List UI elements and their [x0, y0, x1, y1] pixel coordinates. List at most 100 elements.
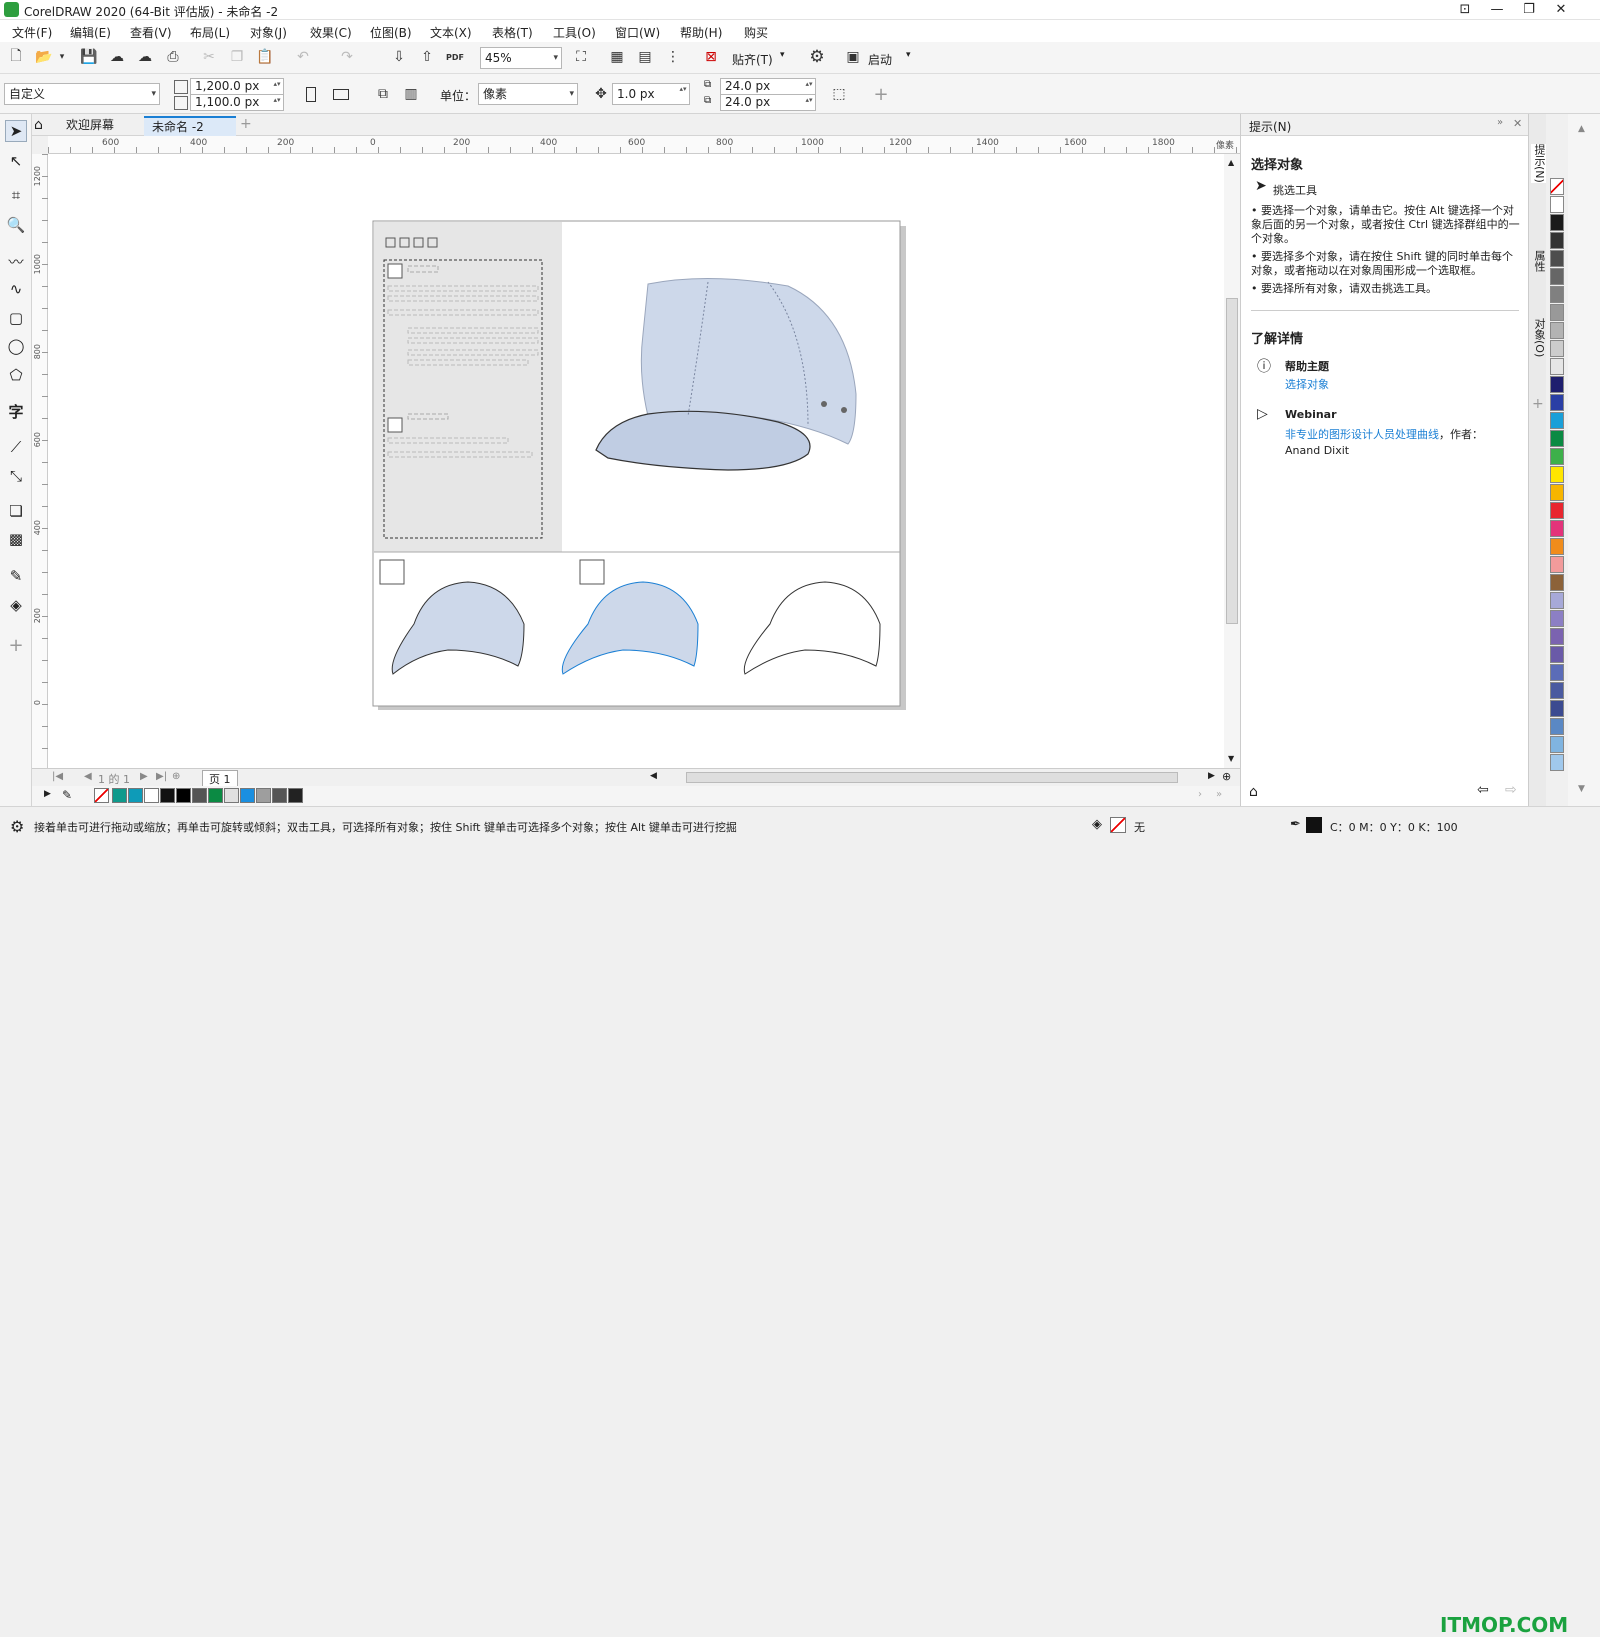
height-spin-icon[interactable]: ▴▾	[272, 95, 282, 110]
tab-current-document[interactable]: 未命名 -2	[144, 116, 236, 136]
text-tool-icon[interactable]: 字	[5, 400, 27, 422]
palette-color-swatch[interactable]	[1550, 448, 1564, 465]
drawing-canvas[interactable]	[48, 154, 1224, 768]
fill-none-swatch[interactable]	[1110, 817, 1126, 833]
palette-color-swatch[interactable]	[1550, 376, 1564, 393]
publish-pdf-icon[interactable]: PDF	[444, 46, 466, 68]
palette-color-swatch[interactable]	[1550, 340, 1564, 357]
page-preset-select[interactable]: 自定义 ▾	[4, 83, 160, 105]
menu-window[interactable]: 窗口(W)	[615, 24, 660, 41]
paste-icon[interactable]: 📋	[254, 46, 276, 68]
palette-color-swatch[interactable]	[1550, 502, 1564, 519]
palette-color-swatch[interactable]	[1550, 196, 1564, 213]
menu-effects[interactable]: 效果(C)	[310, 24, 352, 41]
palette-color-swatch[interactable]	[1550, 574, 1564, 591]
redo-icon[interactable]: ↷	[336, 46, 358, 68]
color-swatch[interactable]	[128, 788, 143, 803]
all-pages-icon[interactable]: ⧉	[372, 83, 394, 105]
page-border-icon[interactable]: ⬚	[828, 83, 850, 105]
scroll-right-icon[interactable]: ▶	[1208, 771, 1215, 781]
docker-close-icon[interactable]: ✕	[1513, 117, 1522, 130]
undo-icon[interactable]: ↶	[292, 46, 314, 68]
unit-select[interactable]: 像素 ▾	[478, 83, 578, 105]
docker-forward-icon[interactable]: ⇨	[1505, 782, 1517, 798]
palette-color-swatch[interactable]	[1550, 610, 1564, 627]
unit-dropdown-icon[interactable]: ▾	[569, 84, 574, 104]
restore-small-icon[interactable]: ⊡	[1450, 0, 1480, 20]
full-screen-icon[interactable]: ⛶	[570, 46, 592, 68]
menu-edit[interactable]: 编辑(E)	[70, 24, 111, 41]
palette-color-swatch[interactable]	[1550, 484, 1564, 501]
nudge-spin-icon[interactable]: ▴▾	[678, 84, 688, 104]
preset-dropdown-icon[interactable]: ▾	[151, 84, 156, 104]
horizontal-scroll-thumb[interactable]	[686, 772, 1178, 783]
tab-hints[interactable]: 提示(N)	[1531, 144, 1547, 183]
scroll-up-icon[interactable]: ▲	[1228, 158, 1234, 167]
palette-expand-icon[interactable]: ▶	[44, 789, 51, 799]
eyedropper-icon[interactable]: ✎	[5, 565, 27, 587]
open-icon[interactable]: 📂	[33, 46, 55, 68]
dup-x-spin-icon[interactable]: ▴▾	[804, 79, 814, 94]
menu-text[interactable]: 文本(X)	[430, 24, 472, 41]
launch-dropdown-icon[interactable]: ▾	[906, 50, 911, 60]
palette-color-swatch[interactable]	[1550, 538, 1564, 555]
color-swatch[interactable]	[208, 788, 223, 803]
add-page-icon[interactable]: ⊕	[172, 771, 180, 782]
color-swatch[interactable]	[112, 788, 127, 803]
outline-color-swatch[interactable]	[1306, 817, 1322, 833]
snap-to-button[interactable]: 贴齐(T)	[732, 51, 773, 68]
options-gear-icon[interactable]: ⚙	[806, 46, 828, 68]
palette-more-icon[interactable]: »	[1216, 789, 1222, 800]
snap-dropdown-icon[interactable]: ▾	[780, 50, 785, 60]
color-swatch[interactable]	[240, 788, 255, 803]
color-eyedropper-icon[interactable]: ✎	[62, 788, 72, 802]
palette-color-swatch[interactable]	[1550, 556, 1564, 573]
tab-objects[interactable]: 对象(O)	[1531, 318, 1547, 357]
add-docker-icon[interactable]: +	[1532, 396, 1544, 412]
cloud-download-icon[interactable]: ☁	[106, 46, 128, 68]
palette-color-swatch[interactable]	[1550, 304, 1564, 321]
docker-home-icon[interactable]: ⌂	[1249, 784, 1258, 800]
palette-color-swatch[interactable]	[1550, 268, 1564, 285]
launch-icon[interactable]: ▣	[842, 46, 864, 68]
status-gear-icon[interactable]: ⚙	[10, 817, 24, 836]
palette-color-swatch[interactable]	[1550, 286, 1564, 303]
color-swatch[interactable]	[160, 788, 175, 803]
show-guidelines-icon[interactable]: ⋮	[662, 46, 684, 68]
new-document-icon[interactable]: 🗋	[5, 46, 27, 68]
interactive-fill-icon[interactable]: ◈	[5, 594, 27, 616]
webinar-link[interactable]: 非专业的图形设计人员处理曲线	[1285, 428, 1439, 441]
cut-icon[interactable]: ✂	[198, 46, 220, 68]
palette-color-swatch[interactable]	[1550, 682, 1564, 699]
page-tab[interactable]: 页 1	[202, 770, 238, 787]
connector-tool-icon[interactable]: ⤡	[5, 465, 27, 487]
scroll-left-icon[interactable]: ◀	[650, 771, 657, 781]
palette-color-swatch[interactable]	[1550, 466, 1564, 483]
artistic-media-icon[interactable]: ∿	[5, 278, 27, 300]
page-height-field[interactable]: 1,100.0 px ▴▾	[190, 94, 284, 111]
vertical-scrollbar[interactable]: ▲ ▼	[1224, 154, 1240, 768]
landscape-icon[interactable]	[330, 83, 352, 105]
color-swatch[interactable]	[192, 788, 207, 803]
open-dropdown-icon[interactable]: ▾	[56, 46, 68, 68]
docker-collapse-icon[interactable]: »	[1497, 117, 1503, 128]
close-button[interactable]: ✕	[1546, 0, 1576, 20]
menu-file[interactable]: 文件(F)	[12, 24, 52, 41]
tab-properties[interactable]: 属性	[1531, 250, 1547, 272]
palette-color-swatch[interactable]	[1550, 214, 1564, 231]
zoom-tool-icon[interactable]: 🔍	[5, 214, 27, 236]
ellipse-tool-icon[interactable]: ◯	[5, 335, 27, 357]
palette-color-swatch[interactable]	[1550, 700, 1564, 717]
show-rulers-icon[interactable]: ▦	[606, 46, 628, 68]
import-icon[interactable]: ⇩	[388, 46, 410, 68]
zoom-level-field[interactable]: 45% ▾	[480, 47, 562, 69]
dup-y-spin-icon[interactable]: ▴▾	[804, 95, 814, 110]
maximize-button[interactable]: ❐	[1514, 0, 1544, 20]
palette-color-swatch[interactable]	[1550, 754, 1564, 771]
menu-table[interactable]: 表格(T)	[492, 24, 533, 41]
scroll-down-icon[interactable]: ▼	[1228, 754, 1234, 763]
vertical-scroll-thumb[interactable]	[1226, 298, 1238, 624]
color-swatch[interactable]	[176, 788, 191, 803]
pick-tool-icon[interactable]: ➤	[5, 120, 27, 142]
horizontal-ruler[interactable]: 600 400 200 0 200 400 600 800 1000 1200 …	[48, 136, 1240, 154]
